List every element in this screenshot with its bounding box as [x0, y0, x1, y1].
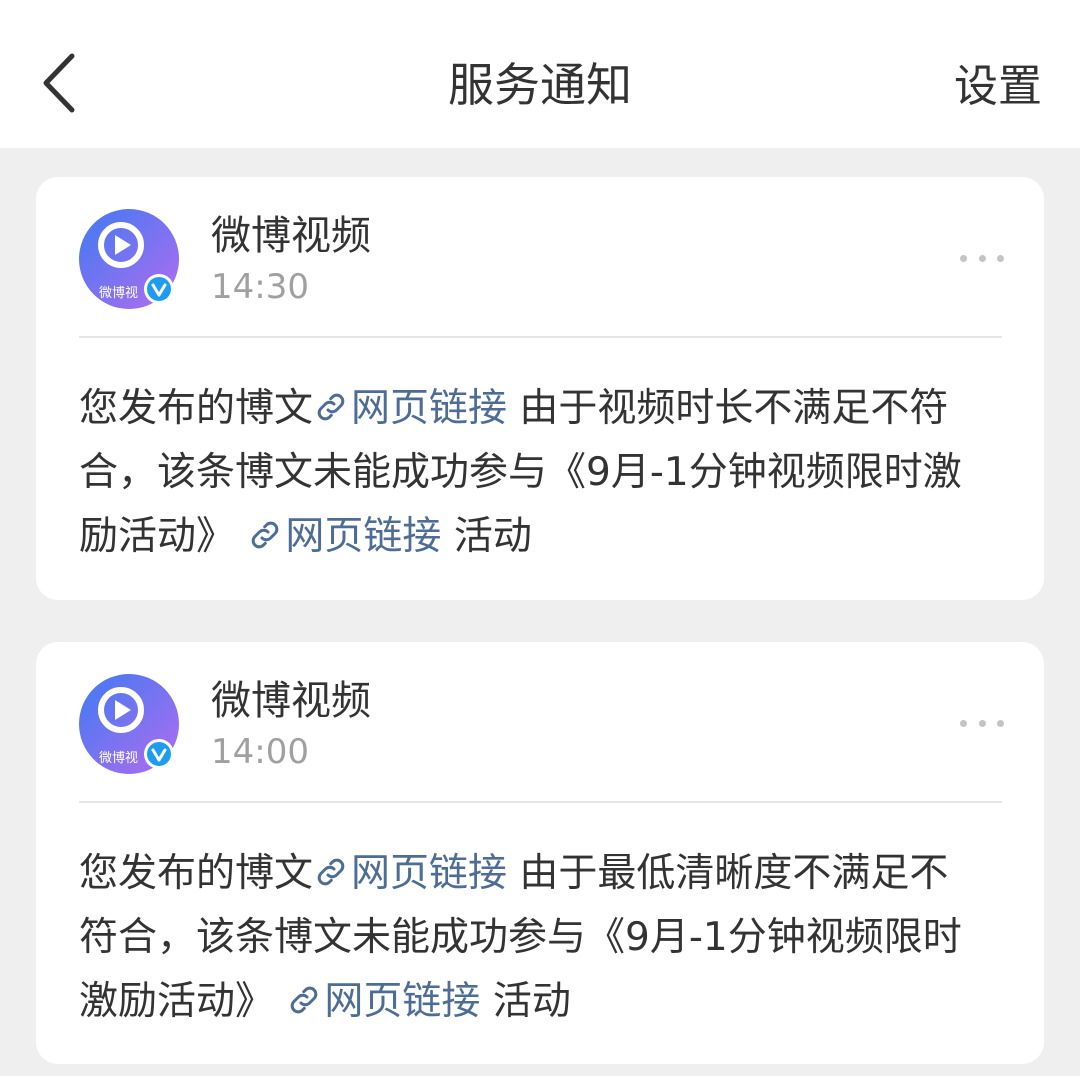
page-title: 服务通知	[448, 58, 632, 112]
avatar-text: 微博视	[99, 751, 138, 766]
message-text: 活动	[441, 514, 532, 559]
chevron-left-icon	[43, 53, 75, 113]
timestamp: 14:00	[211, 732, 309, 772]
avatar[interactable]: 微博视	[79, 209, 179, 309]
sender-name[interactable]: 微博视频	[211, 211, 371, 261]
dot-icon	[997, 254, 1004, 262]
avatar[interactable]: 微博视	[79, 674, 179, 774]
timestamp: 14:30	[211, 267, 309, 307]
web-link[interactable]: 网页链接	[286, 979, 480, 1024]
more-options-button[interactable]	[960, 708, 1004, 738]
link-label: 网页链接	[351, 851, 508, 896]
divider	[79, 336, 1002, 338]
link-icon	[252, 521, 279, 549]
link-icon	[317, 393, 345, 421]
link-label: 网页链接	[285, 514, 442, 559]
divider	[79, 801, 1002, 803]
link-icon	[317, 858, 345, 886]
settings-button[interactable]: 设置	[954, 52, 1042, 122]
dot-icon	[978, 254, 986, 262]
message-text: 活动	[480, 979, 571, 1024]
web-link[interactable]: 网页链接	[247, 514, 441, 559]
notification-message: 您发布的博文 网页链接 由于最低清晰度不满足不符合，该条博文未能成功参与《9月-1…	[79, 842, 979, 1034]
message-text: 您发布的博文	[79, 851, 314, 896]
link-icon	[291, 986, 318, 1014]
dot-icon	[960, 254, 967, 262]
web-link[interactable]: 网页链接	[313, 386, 507, 431]
notification-message: 您发布的博文 网页链接 由于视频时长不满足不符合，该条博文未能成功参与《9月-1分…	[79, 377, 979, 569]
dot-icon	[978, 719, 986, 727]
dot-icon	[997, 719, 1004, 727]
notification-card[interactable]: 微博视 微博视频 14:00 您发布的博文 网页链接 由于最低清晰度不满足不符合，…	[36, 642, 1044, 1064]
link-label: 网页链接	[324, 979, 481, 1024]
back-button[interactable]	[30, 48, 90, 118]
avatar-text: 微博视	[99, 286, 138, 301]
sender-name[interactable]: 微博视频	[211, 676, 371, 726]
top-bar: 服务通知 设置	[0, 0, 1080, 148]
link-label: 网页链接	[351, 386, 508, 431]
message-text: 您发布的博文	[79, 386, 314, 431]
web-link[interactable]: 网页链接	[313, 851, 507, 896]
dot-icon	[960, 719, 967, 727]
more-options-button[interactable]	[960, 243, 1004, 273]
notification-card[interactable]: 微博视 微博视频 14:30 您发布的博文 网页链接 由于视频时长不满足不符合，该…	[36, 177, 1044, 600]
